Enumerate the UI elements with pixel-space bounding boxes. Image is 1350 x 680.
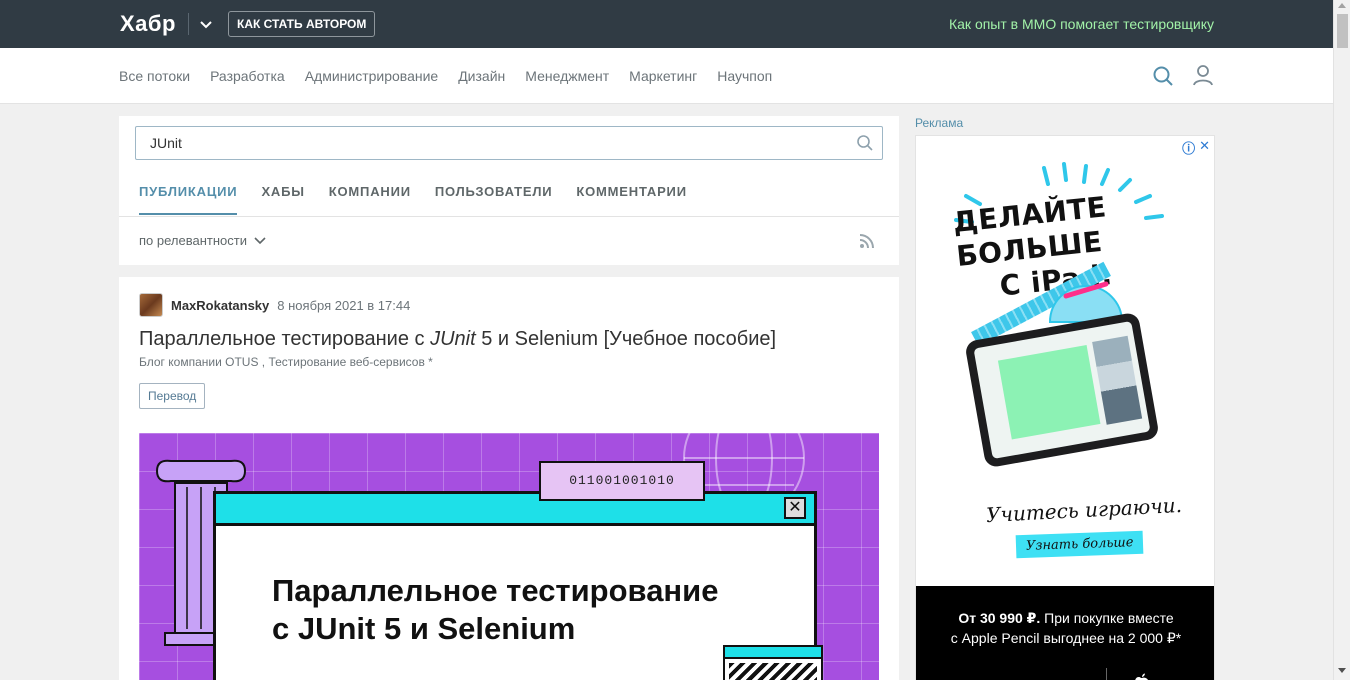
publish-date: 8 ноября 2021 в 17:44 bbox=[277, 297, 411, 313]
flows-nav: Все потоки Разработка Администрирование … bbox=[0, 48, 1333, 104]
ipad-photos bbox=[1092, 335, 1143, 425]
author-name[interactable]: MaxRokatansky bbox=[171, 298, 269, 313]
nav-item-development[interactable]: Разработка bbox=[210, 68, 285, 84]
search-icon[interactable] bbox=[1152, 65, 1174, 87]
search-box bbox=[135, 126, 883, 160]
scroll-down-arrow-icon[interactable] bbox=[1338, 668, 1346, 673]
search-tabs: ПУБЛИКАЦИИ ХАБЫ КОМПАНИИ ПОЛЬЗОВАТЕЛИ КО… bbox=[139, 184, 687, 215]
ad-footer-line1-rest: При покупке вместе bbox=[1040, 610, 1174, 626]
top-bar: Хабр КАК СТАТЬ АВТОРОМ Как опыт в MMO по… bbox=[0, 0, 1333, 48]
close-icon[interactable]: ✕ bbox=[1199, 138, 1210, 157]
tab-companies[interactable]: КОМПАНИИ bbox=[329, 184, 411, 215]
cover-title-line1: Параллельное тестирование bbox=[272, 573, 719, 608]
ad-footer-text: От 30 990 ₽. При покупке вместе с Apple … bbox=[916, 608, 1214, 648]
translation-label[interactable]: Перевод bbox=[139, 383, 206, 409]
chevron-down-icon bbox=[254, 236, 266, 244]
tab-hubs[interactable]: ХАБЫ bbox=[261, 184, 304, 215]
scrollbar-thumb[interactable] bbox=[1337, 14, 1348, 48]
ipad-note bbox=[997, 345, 1101, 440]
logo-divider bbox=[188, 13, 189, 35]
ad-footer: От 30 990 ₽. При покупке вместе с Apple … bbox=[916, 586, 1214, 680]
nav-item-management[interactable]: Менеджмент bbox=[525, 68, 609, 84]
page-scrollbar[interactable] bbox=[1333, 0, 1350, 680]
ad-banner[interactable]: ⓘ ✕ ДЕЛАЙТЕ БОЛЬШЕ С iPad. Учитесь играю… bbox=[915, 135, 1215, 680]
ad-price: От 30 990 ₽. bbox=[958, 610, 1041, 626]
article-cover-image[interactable]: ✕ Параллельное тестирование с JUnit 5 и … bbox=[139, 433, 879, 680]
ipad-screen bbox=[973, 320, 1151, 460]
chevron-down-icon[interactable] bbox=[197, 15, 215, 33]
stripes-pattern bbox=[729, 663, 817, 680]
how-to-become-author-button[interactable]: КАК СТАТЬ АВТОРОМ bbox=[228, 11, 376, 37]
nav-item-design[interactable]: Дизайн bbox=[458, 68, 505, 84]
nav-item-all-flows[interactable]: Все потоки bbox=[119, 68, 190, 84]
learn-more-button[interactable]: Узнать больше bbox=[1015, 530, 1144, 559]
habr-logo[interactable]: Хабр bbox=[120, 11, 176, 37]
flows-nav-items: Все потоки Разработка Администрирование … bbox=[119, 68, 772, 84]
ad-tagline: Учитесь играючи. bbox=[985, 492, 1183, 528]
brand-logo-icon bbox=[1004, 676, 1044, 680]
scroll-up-arrow-icon[interactable] bbox=[1338, 3, 1346, 8]
tab-publications[interactable]: ПУБЛИКАЦИИ bbox=[139, 184, 238, 215]
article-title[interactable]: Параллельное тестирование с JUnit 5 и Se… bbox=[139, 327, 776, 351]
ad-footer-line1: От 30 990 ₽. При покупке вместе bbox=[916, 608, 1214, 628]
title-part: Параллельное тестирование с bbox=[139, 328, 431, 350]
title-highlight: JUnit bbox=[430, 328, 476, 350]
tab-users[interactable]: ПОЛЬЗОВАТЕЛИ bbox=[435, 184, 553, 215]
cover-title-line2: с JUnit 5 и Selenium bbox=[272, 611, 576, 646]
cover-window-header: ✕ bbox=[216, 494, 814, 526]
apple-icon bbox=[1135, 673, 1148, 680]
avatar[interactable] bbox=[139, 293, 163, 317]
mini-window-illustration bbox=[723, 645, 823, 680]
close-icon: ✕ bbox=[784, 497, 806, 519]
binary-tag: 011001001010 bbox=[539, 461, 705, 501]
ad-badge[interactable]: ⓘ ✕ bbox=[1182, 138, 1210, 157]
title-part: 5 и Selenium [Учебное пособие] bbox=[475, 328, 777, 350]
nav-item-marketing[interactable]: Маркетинг bbox=[629, 68, 697, 84]
mini-window-header bbox=[725, 647, 821, 659]
article-meta: MaxRokatansky 8 ноября 2021 в 17:44 bbox=[139, 293, 410, 317]
ad-footer-line2: с Apple Pencil выгоднее на 2 000 ₽* bbox=[950, 630, 1182, 646]
divider bbox=[1106, 668, 1107, 680]
article-card: MaxRokatansky 8 ноября 2021 в 17:44 Пара… bbox=[119, 277, 899, 680]
search-input[interactable] bbox=[136, 127, 836, 159]
search-icon[interactable] bbox=[856, 134, 874, 152]
divider bbox=[119, 216, 899, 217]
ad-label: Реклама bbox=[915, 116, 964, 130]
sort-dropdown[interactable]: по релевантности bbox=[139, 233, 267, 248]
article-hubs[interactable]: Блог компании OTUS , Тестирование веб-се… bbox=[139, 355, 433, 369]
rss-icon[interactable] bbox=[859, 233, 875, 249]
tab-comments[interactable]: КОММЕНТАРИИ bbox=[576, 184, 686, 215]
nav-item-administration[interactable]: Администрирование bbox=[305, 68, 439, 84]
sort-label: по релевантности bbox=[139, 233, 247, 248]
info-icon[interactable]: ⓘ bbox=[1182, 138, 1195, 157]
cover-title: Параллельное тестирование с JUnit 5 и Se… bbox=[272, 572, 718, 648]
nav-item-popsci[interactable]: Научпоп bbox=[717, 68, 772, 84]
search-panel: ПУБЛИКАЦИИ ХАБЫ КОМПАНИИ ПОЛЬЗОВАТЕЛИ КО… bbox=[119, 116, 899, 265]
user-icon[interactable] bbox=[1192, 64, 1214, 86]
promo-link[interactable]: Как опыт в MMO помогает тестировщику bbox=[949, 16, 1214, 32]
